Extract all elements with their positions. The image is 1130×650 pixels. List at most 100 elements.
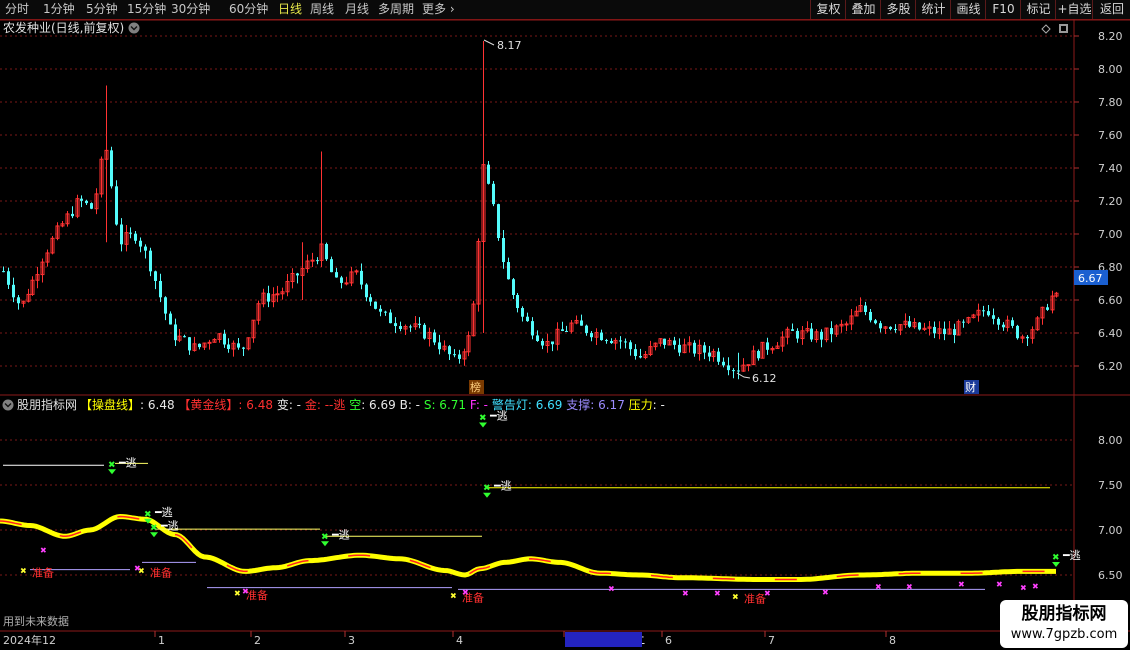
escape-mark: ✖ [321,532,329,542]
period-tab[interactable]: 60分钟 [229,1,268,18]
candle-body [394,323,397,327]
candle-body [1026,336,1029,339]
toolbar-button[interactable]: 叠加 [845,0,881,19]
f-mark: ✖ [822,588,829,597]
candle-body [379,308,382,312]
escape-arrow [150,532,158,538]
f-mark: ✖ [764,589,771,598]
candle-body [536,335,539,342]
indicator-legend: 【操盘线】: 6.48 【黄金线】: 6.48 变: - 金: --逃 空: 6… [80,397,665,412]
indicator-tick-label: 7.00 [1098,524,1123,537]
escape-mark: ✖ [479,414,487,424]
candle-body [531,321,534,336]
f-mark: ✖ [1020,584,1027,593]
candle-body [1046,307,1049,310]
candle-body [830,328,833,335]
candle-body [610,341,613,344]
candle-body [639,356,642,358]
f-mark: ✖ [714,589,721,598]
candle-body [369,297,372,302]
diamond-icon[interactable] [1041,24,1051,34]
candle-body [438,342,441,350]
candle-body [71,213,74,217]
toolbar-button[interactable]: 画线 [950,0,986,19]
toolbar-button[interactable]: +自选 [1055,0,1093,19]
candle-body [590,333,593,338]
toolbar-button[interactable]: 复权 [810,0,846,19]
candle-body [340,277,343,283]
toolbar-button[interactable]: 返回 [1092,0,1130,19]
escape-mark: ✖ [483,484,491,494]
period-tab[interactable]: 日线 [278,1,302,18]
candle-body [134,233,137,241]
x-axis-label: 2 [254,634,261,647]
indicator-tick-label: 7.50 [1098,479,1123,492]
candle-body [198,343,201,348]
period-tab[interactable]: 15分钟 [127,1,166,18]
toolbar-button[interactable]: 多股 [880,0,916,19]
toolbar-button[interactable]: 统计 [915,0,951,19]
candle-body [732,370,735,372]
dropdown-icon[interactable] [128,22,140,34]
candle-body [120,224,123,245]
period-tab[interactable]: 1分钟 [43,1,75,18]
candle-body [879,323,882,329]
price-tick-label: 7.20 [1098,195,1123,208]
candle-body [267,293,270,302]
main-panel-icons [1041,24,1068,34]
x-axis-label: 3 [348,634,355,647]
candle-body [344,282,349,285]
candle-body [458,354,461,359]
price-tick-label: 7.40 [1098,162,1123,175]
prepare-mark: ✖ [20,567,27,576]
candle-body [2,271,5,273]
prepare-label: 准备 [246,588,268,602]
period-tab[interactable]: 周线 [310,1,334,18]
prepare-label: 准备 [150,566,172,580]
candle-body [365,284,368,298]
f-mark: ✖ [906,583,913,592]
main-title: 农发种业(日线,前复权) [3,20,124,35]
candle-body [678,344,681,353]
candle-body [722,361,725,366]
candle-body [139,240,142,247]
period-tab[interactable]: 30分钟 [171,1,210,18]
candle-body [487,164,490,184]
candle-body [242,347,245,349]
indicator-tick-label: 6.50 [1098,569,1123,582]
period-tab[interactable]: 更多 › [422,1,455,18]
indicator-marks: ✖ ━逃✖ ━逃✖ ━逃✖ ━逃✖ ━逃✖ ━逃✖ ━逃✖ 准备 ✖ 准备✖ 准备 ✖ 准备 ✖ 准备✖✖ ✖ ✖… [20,410,1081,606]
high-label: 8.17 [497,39,522,52]
candle-body [997,318,1000,325]
candle-body [580,320,583,326]
escape-arrow [321,541,329,547]
candle-body [551,341,554,345]
candle-body [600,332,603,341]
f-mark: ✖ [682,589,689,598]
candle-body [335,272,338,278]
period-tab[interactable]: 分时 [5,1,29,18]
period-tab[interactable]: 5分钟 [86,1,118,18]
toolbar: 分时 1分钟 5分钟 15分钟 30分钟 60分钟 日线 周线 月线 多周期 更多 › 复权 叠加 多股… [0,0,1130,20]
escape-mark: ✖ [1052,553,1060,563]
toolbar-button[interactable]: F10 [985,0,1021,19]
toolbar-button[interactable]: 标记 [1020,0,1056,19]
candle-body [708,352,711,357]
watermark: 股朋指标网 www.7gpzb.com [1000,600,1128,648]
period-tab[interactable]: 月线 [345,1,369,18]
candle-body [492,183,495,205]
f-mark: ✖ [462,588,469,597]
escape-label: ━逃 [493,480,512,493]
x-axis-label: 2024年12 [3,633,56,647]
candle-body [673,340,676,345]
future-data-label: 用到未来数据 [3,614,69,628]
candle-body [296,273,299,276]
price-tick-label: 6.20 [1098,360,1123,373]
candle-body [717,351,720,362]
candle-body [374,301,377,309]
indicator-dropdown-icon[interactable] [2,399,14,411]
period-tab[interactable]: 多周期 [378,1,414,18]
candle-body [624,341,627,343]
candle-body [516,294,519,309]
watermark-url: www.7gpzb.com [1010,627,1118,642]
